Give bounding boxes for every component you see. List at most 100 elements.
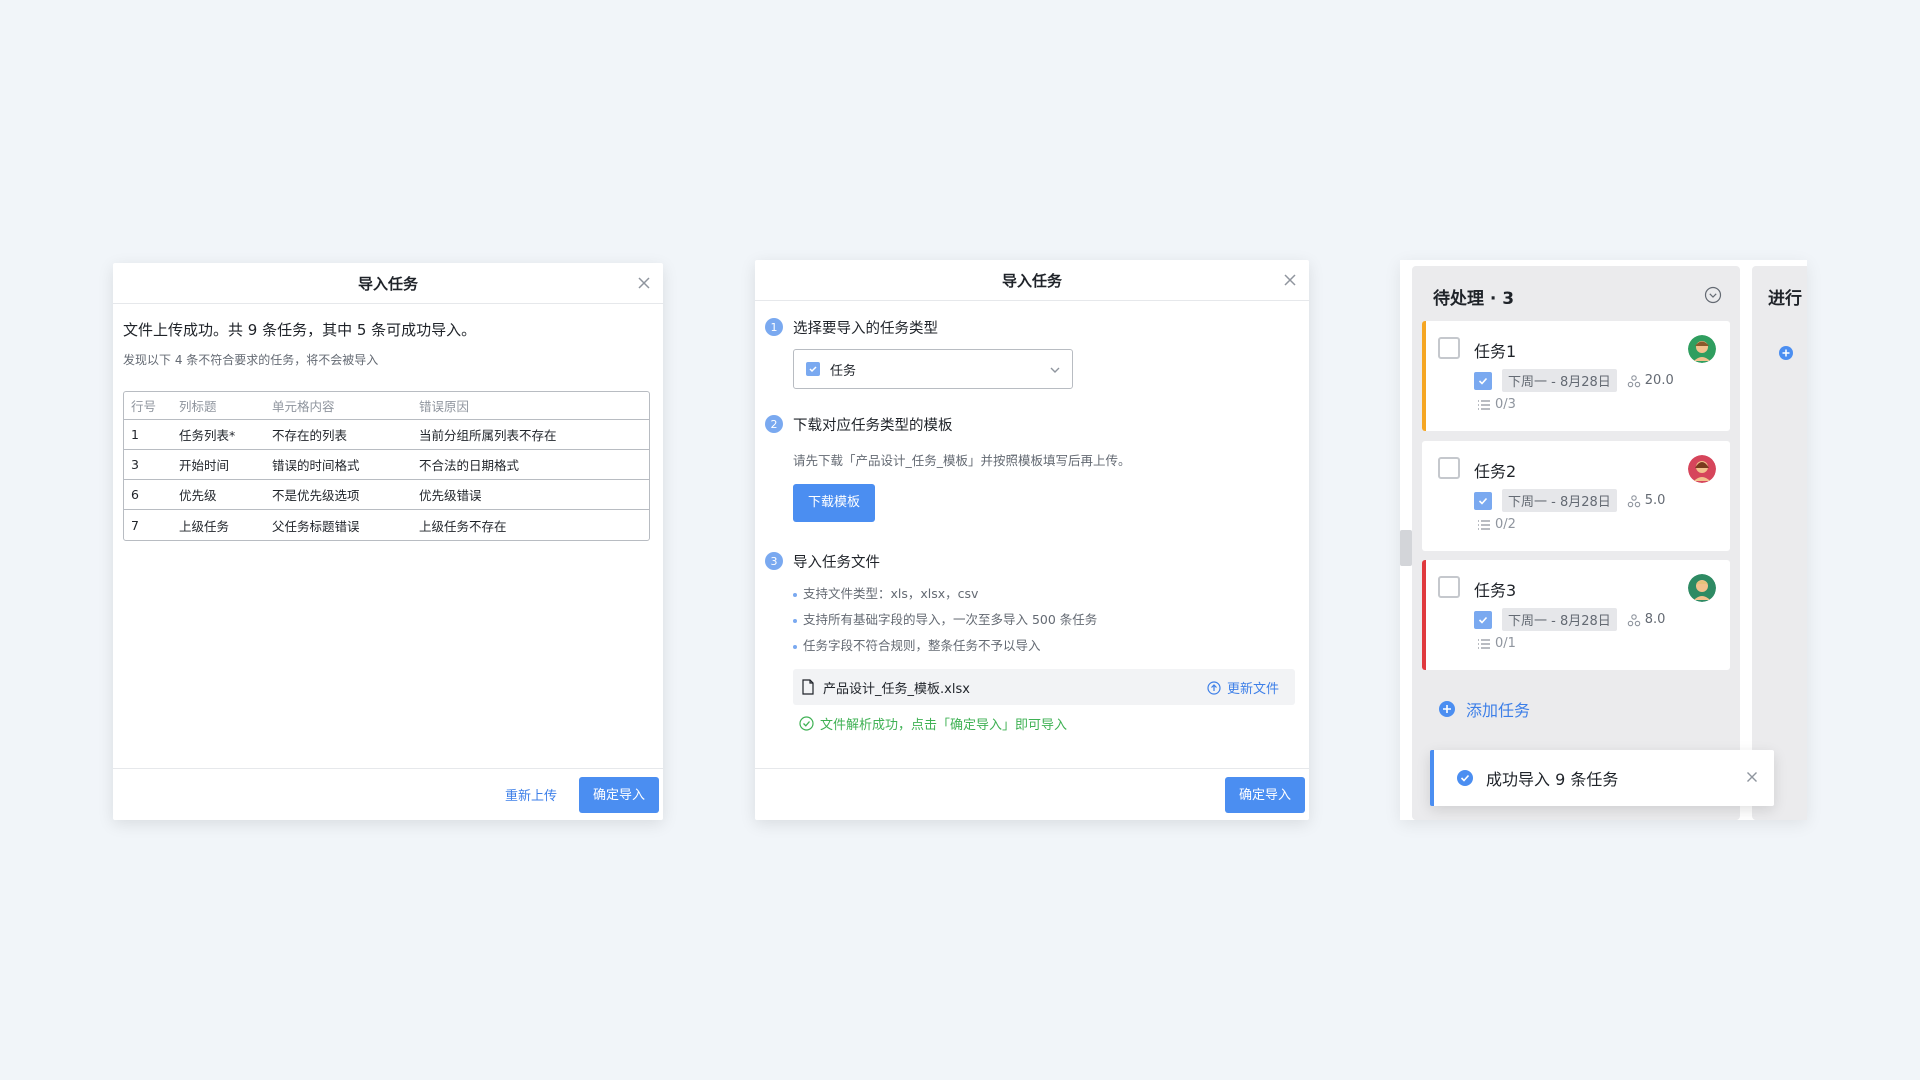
step-2-badge: 2 (765, 415, 783, 433)
cell-error-reason: 当前分组所属列表不存在 (412, 420, 649, 450)
bullet-field-rules: 任务字段不符合规则，整条任务不予以导入 (793, 635, 1041, 654)
column-header-column-title: 列标题 (172, 392, 265, 420)
subtask-progress: 0/1 (1477, 636, 1516, 651)
task-title: 任务2 (1474, 462, 1517, 481)
toast-message: 成功导入 9 条任务 (1486, 770, 1619, 789)
task-card[interactable]: 任务3 下周一 - 8月28日 8.0 0/1 (1422, 560, 1730, 670)
template-hint: 请先下载「产品设计_任务_模板」并按照模板填写后再上传。 (793, 453, 1131, 468)
story-points-value: 20.0 (1644, 373, 1674, 388)
subtask-count: 0/3 (1495, 397, 1516, 412)
task-title: 任务1 (1474, 342, 1517, 361)
avatar[interactable] (1688, 574, 1716, 602)
checkbox-checked-icon (806, 362, 820, 376)
weight-icon (1627, 374, 1641, 387)
uploaded-file-bar: 产品设计_任务_模板.xlsx 更新文件 (793, 669, 1295, 705)
task-checkbox[interactable] (1438, 457, 1460, 479)
checkbox-checked-icon (1474, 491, 1492, 510)
cell-row-number: 1 (124, 420, 172, 450)
task-checkbox[interactable] (1438, 576, 1460, 598)
story-points: 8.0 (1627, 612, 1666, 627)
cell-row-number: 6 (124, 480, 172, 510)
subtask-count: 0/1 (1495, 636, 1516, 651)
check-circle-icon (799, 716, 814, 731)
weight-icon (1627, 494, 1641, 507)
cell-column-title: 优先级 (172, 480, 265, 510)
weight-icon (1627, 613, 1641, 626)
parse-success-text: 文件解析成功，点击「确定导入」即可导入 (820, 718, 1068, 733)
task-title: 任务3 (1474, 581, 1517, 600)
task-card[interactable]: 任务2 下周一 - 8月28日 5.0 0/2 (1422, 441, 1730, 551)
update-file-button[interactable]: 更新文件 (1207, 678, 1279, 697)
step-2-title: 下载对应任务类型的模板 (793, 418, 953, 434)
cell-content: 不是优先级选项 (265, 480, 412, 510)
file-icon (802, 679, 814, 695)
dialog-footer: 重新上传 确定导入 (113, 768, 663, 820)
task-type-value: 任务 (830, 363, 857, 379)
subtask-progress: 0/3 (1477, 397, 1516, 412)
cell-row-number: 3 (124, 450, 172, 480)
cell-content: 父任务标题错误 (272, 518, 360, 534)
chevron-down-icon (1050, 367, 1060, 373)
confirm-import-button[interactable]: 确定导入 (578, 776, 659, 813)
chevron-circle-icon[interactable] (1704, 286, 1722, 304)
story-points-value: 5.0 (1644, 493, 1666, 508)
avatar[interactable] (1688, 335, 1716, 363)
story-points-value: 8.0 (1644, 612, 1666, 627)
dialog-header: 导入任务 (755, 260, 1309, 301)
cell-error-reason: 不合法的日期格式 (412, 450, 649, 480)
column-pending: 待处理 · 3 任务1 下周一 - 8月28日 20.0 0/3 任务2 下周一… (1412, 266, 1740, 820)
subtask-progress: 0/2 (1477, 517, 1516, 532)
reupload-button[interactable]: 重新上传 (505, 785, 557, 804)
task-meta: 下周一 - 8月28日 8.0 (1474, 608, 1665, 631)
avatar[interactable] (1688, 455, 1716, 483)
step-1-badge: 1 (765, 318, 783, 336)
import-steps-dialog: 导入任务 1 选择要导入的任务类型 任务 2 下载对应任务类型的模板 请先下载「… (755, 260, 1309, 820)
column-header-error-reason: 错误原因 (412, 392, 649, 420)
story-points: 5.0 (1627, 493, 1666, 508)
cell-column-title: 任务列表* (172, 420, 265, 450)
close-icon[interactable] (635, 274, 653, 292)
kanban-board: 待处理 · 3 任务1 下周一 - 8月28日 20.0 0/3 任务2 下周一… (1400, 260, 1807, 820)
column-header-row-number: 行号 (124, 392, 172, 420)
list-icon (1478, 519, 1490, 530)
file-name: 产品设计_任务_模板.xlsx (823, 681, 970, 697)
task-type-select[interactable]: 任务 (793, 349, 1073, 389)
upload-icon (1207, 680, 1221, 695)
close-icon[interactable] (1744, 769, 1760, 785)
cell-error-reason: 上级任务不存在 (419, 518, 507, 534)
column-title: 进行 (1768, 289, 1802, 309)
due-date-chip: 下周一 - 8月28日 (1502, 369, 1617, 392)
download-template-button[interactable]: 下载模板 (793, 484, 876, 522)
close-icon[interactable] (1281, 271, 1299, 289)
step-3-title: 导入任务文件 (793, 555, 880, 571)
due-date-chip: 下周一 - 8月28日 (1502, 489, 1617, 512)
cell-error-reason: 优先级错误 (412, 480, 649, 510)
confirm-import-button[interactable]: 确定导入 (1224, 776, 1305, 813)
step-1-title: 选择要导入的任务类型 (793, 321, 938, 337)
cell-content: 不存在的列表 (265, 420, 412, 450)
dialog-title: 导入任务 (1001, 271, 1062, 290)
bullet-import-limit: 支持所有基础字段的导入，一次至多导入 500 条任务 (793, 609, 1097, 628)
dialog-footer: 确定导入 (755, 768, 1309, 820)
task-card[interactable]: 任务1 下周一 - 8月28日 20.0 0/3 (1422, 321, 1730, 431)
story-points: 20.0 (1627, 373, 1674, 388)
task-meta: 下周一 - 8月28日 5.0 (1474, 489, 1665, 512)
task-meta: 下周一 - 8月28日 20.0 (1474, 369, 1674, 392)
import-success-toast: 成功导入 9 条任务 (1430, 750, 1774, 806)
dialog-title: 导入任务 (357, 274, 418, 293)
subtask-count: 0/2 (1495, 517, 1516, 532)
error-notice: 发现以下 4 条不符合要求的任务，将不会被导入 (123, 353, 379, 367)
add-task-label: 添加任务 (1466, 701, 1531, 720)
task-checkbox[interactable] (1438, 337, 1460, 359)
column-in-progress: 进行 (1752, 266, 1807, 820)
add-task-button[interactable]: 添加任务 (1438, 697, 1530, 721)
table-row: 7 上级任务 父任务标题错误 上级任务不存在 (124, 510, 649, 540)
cell-content: 错误的时间格式 (265, 450, 412, 480)
column-title: 待处理 · 3 (1433, 289, 1515, 309)
plus-circle-icon[interactable] (1778, 345, 1794, 361)
plus-circle-icon (1439, 701, 1455, 717)
step-3-badge: 3 (765, 552, 783, 570)
resize-handle[interactable] (1400, 530, 1412, 566)
cell-row-number: 7 (131, 517, 139, 533)
bullet-file-types: 支持文件类型：xls，xlsx，csv (793, 583, 978, 602)
